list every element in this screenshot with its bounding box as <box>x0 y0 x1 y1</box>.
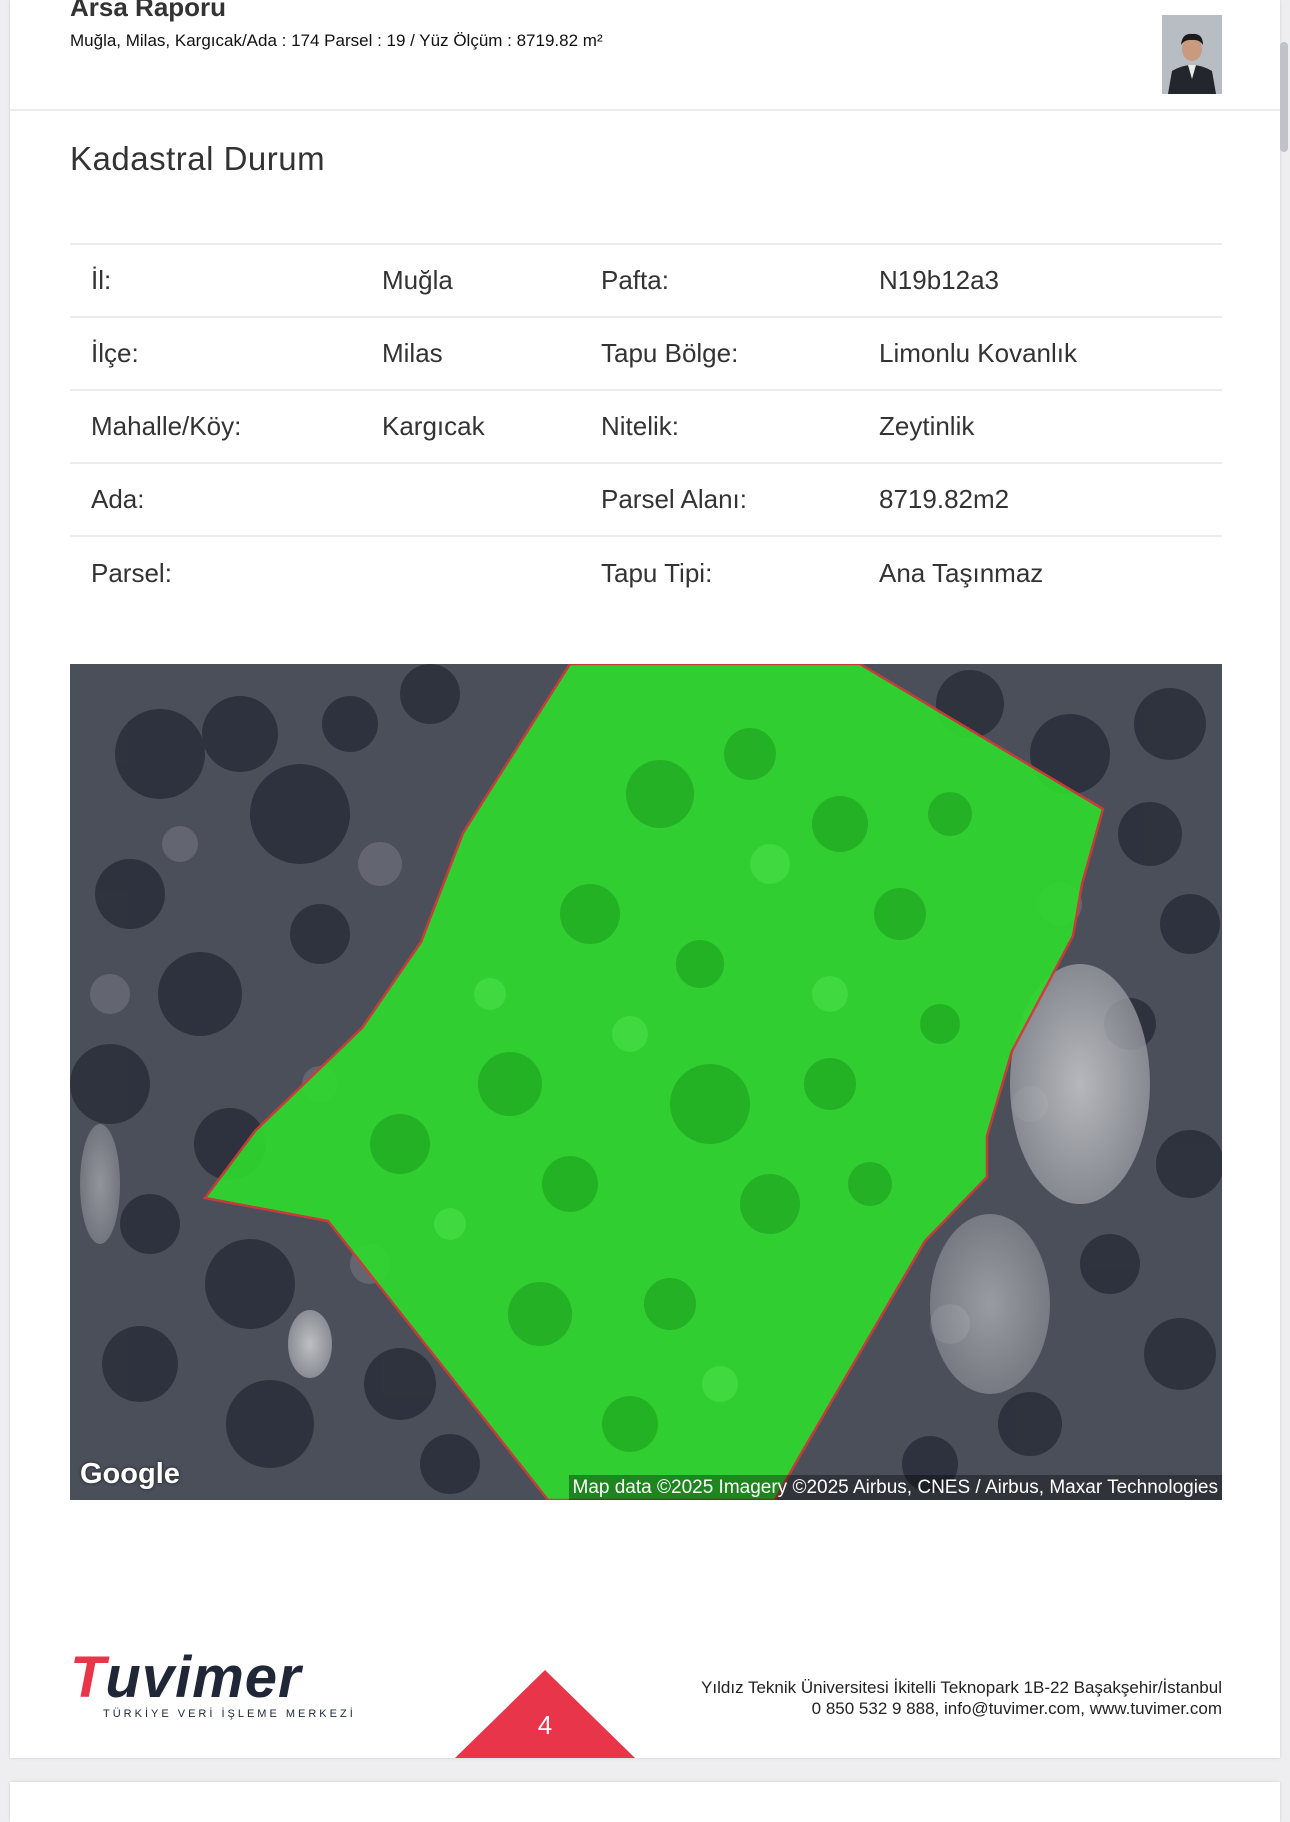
tuvimer-logo[interactable]: Tuvimer TÜRKİYE VERİ İŞLEME MERKEZİ <box>70 1648 356 1721</box>
footer-contact-info: 0 850 532 9 888, info@tuvimer.com, www.t… <box>811 1699 1222 1718</box>
row-value: Milas <box>382 338 443 368</box>
row-value: Limonlu Kovanlık <box>879 338 1077 368</box>
row-value: Kargıcak <box>382 411 485 441</box>
footer-address: Yıldız Teknik Üniversitesi İkitelli Tekn… <box>701 1678 1222 1697</box>
google-logo: Google <box>80 1458 180 1490</box>
header-divider <box>10 109 1280 111</box>
next-page-edge <box>10 1782 1280 1822</box>
person-photo-icon <box>1162 15 1222 94</box>
footer-contact: Yıldız Teknik Üniversitesi İkitelli Tekn… <box>701 1677 1222 1719</box>
row-label: Tapu Tipi: <box>601 557 713 588</box>
report-page: Arsa Raporu Muğla, Milas, Kargıcak/Ada :… <box>10 0 1288 1758</box>
logo-rest: uvimer <box>105 1645 302 1710</box>
page-number: 4 <box>537 1710 553 1740</box>
row-value <box>382 463 601 536</box>
logo-tagline: TÜRKİYE VERİ İŞLEME MERKEZİ <box>103 1708 356 1720</box>
row-label: Ada: <box>91 484 145 514</box>
row-value: 8719.82m2 <box>879 484 1010 514</box>
cadastral-info-table: İl: Muğla Pafta: N19b12a3 İlçe: Milas Ta… <box>70 243 1222 609</box>
row-value: Muğla <box>382 265 453 295</box>
agent-avatar[interactable] <box>1162 15 1222 94</box>
row-label: Nitelik: <box>601 411 680 441</box>
logo-first-letter: T <box>70 1645 106 1710</box>
row-value: N19b12a3 <box>879 265 999 295</box>
table-row: İl: Muğla Pafta: N19b12a3 <box>70 244 1222 317</box>
row-label: Tapu Bölge: <box>601 338 739 368</box>
scrollbar-thumb[interactable] <box>1280 42 1288 152</box>
row-label: İlçe: <box>91 338 139 368</box>
row-value <box>382 536 601 609</box>
row-label: Mahalle/Köy: <box>91 411 242 441</box>
row-label: İl: <box>91 265 112 295</box>
row-label: Pafta: <box>601 265 669 295</box>
satellite-imagery <box>70 664 1222 1500</box>
report-subtitle: Muğla, Milas, Kargıcak/Ada : 174 Parsel … <box>70 31 603 50</box>
row-value: Zeytinlik <box>879 411 975 441</box>
table-row: Ada: Parsel Alanı: 8719.82m2 <box>70 463 1222 536</box>
row-value: Ana Taşınmaz <box>879 557 1044 588</box>
logo-wordmark: Tuvimer <box>70 1648 356 1708</box>
parcel-satellite-map[interactable]: Google Map data ©2025 Imagery ©2025 Airb… <box>70 664 1222 1500</box>
report-title: Arsa Raporu <box>70 0 227 22</box>
row-label: Parsel: <box>91 557 172 588</box>
map-attribution: Map data ©2025 Imagery ©2025 Airbus, CNE… <box>568 1475 1222 1500</box>
section-title: Kadastral Durum <box>70 140 326 177</box>
table-row: Parsel: Tapu Tipi: Ana Taşınmaz <box>70 536 1222 609</box>
table-row: İlçe: Milas Tapu Bölge: Limonlu Kovanlık <box>70 317 1222 390</box>
table-row: Mahalle/Köy: Kargıcak Nitelik: Zeytinlik <box>70 390 1222 463</box>
row-label: Parsel Alanı: <box>601 484 747 514</box>
